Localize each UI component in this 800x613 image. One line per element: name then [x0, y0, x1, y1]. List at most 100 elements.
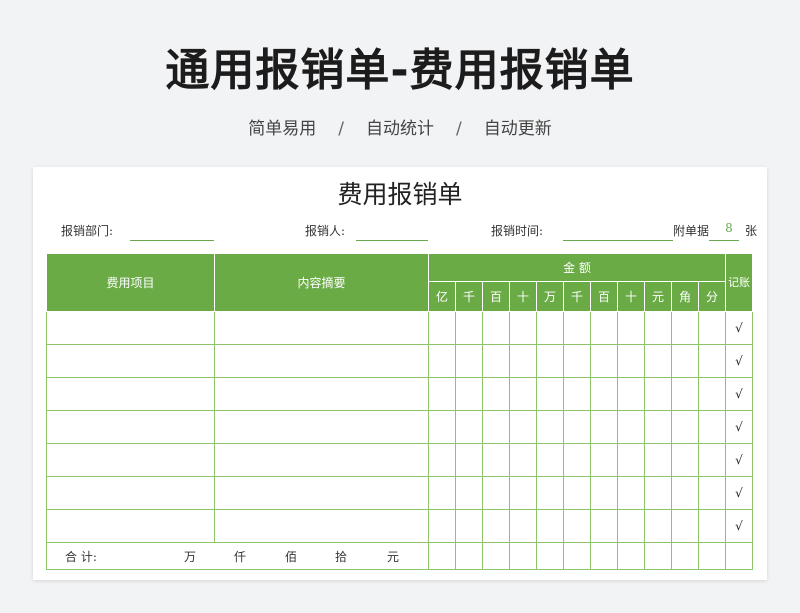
- digit-cell[interactable]: [509, 476, 537, 510]
- record-check-cell[interactable]: √: [725, 443, 753, 477]
- digit-cell[interactable]: [455, 410, 483, 444]
- digit-cell[interactable]: [563, 311, 591, 345]
- digit-cell[interactable]: [536, 443, 564, 477]
- person-field[interactable]: [356, 240, 428, 241]
- digit-cell[interactable]: [617, 410, 645, 444]
- digit-cell[interactable]: [617, 443, 645, 477]
- digit-cell[interactable]: [482, 476, 510, 510]
- digit-cell[interactable]: [644, 311, 672, 345]
- digit-cell[interactable]: [563, 443, 591, 477]
- digit-cell[interactable]: [644, 509, 672, 543]
- digit-cell[interactable]: [509, 443, 537, 477]
- digit-cell[interactable]: [428, 377, 456, 411]
- digit-cell[interactable]: [563, 410, 591, 444]
- summary-cell[interactable]: [214, 443, 429, 477]
- total-digit-cell[interactable]: [671, 542, 699, 570]
- item-cell[interactable]: [46, 410, 215, 444]
- record-check-cell[interactable]: √: [725, 377, 753, 411]
- digit-cell[interactable]: [644, 377, 672, 411]
- summary-cell[interactable]: [214, 476, 429, 510]
- total-digit-cell[interactable]: [617, 542, 645, 570]
- digit-cell[interactable]: [698, 377, 726, 411]
- digit-cell[interactable]: [563, 509, 591, 543]
- digit-cell[interactable]: [428, 410, 456, 444]
- digit-cell[interactable]: [698, 344, 726, 378]
- digit-cell[interactable]: [482, 311, 510, 345]
- item-cell[interactable]: [46, 443, 215, 477]
- digit-cell[interactable]: [590, 311, 618, 345]
- digit-cell[interactable]: [428, 476, 456, 510]
- digit-cell[interactable]: [698, 476, 726, 510]
- digit-cell[interactable]: [590, 476, 618, 510]
- digit-cell[interactable]: [563, 344, 591, 378]
- record-check-cell[interactable]: √: [725, 410, 753, 444]
- digit-cell[interactable]: [455, 509, 483, 543]
- digit-cell[interactable]: [617, 476, 645, 510]
- dept-field[interactable]: [130, 240, 214, 241]
- digit-cell[interactable]: [590, 509, 618, 543]
- digit-cell[interactable]: [455, 443, 483, 477]
- total-digit-cell[interactable]: [509, 542, 537, 570]
- digit-cell[interactable]: [644, 443, 672, 477]
- digit-cell[interactable]: [536, 410, 564, 444]
- time-field[interactable]: [563, 240, 673, 241]
- digit-cell[interactable]: [644, 410, 672, 444]
- summary-cell[interactable]: [214, 311, 429, 345]
- digit-cell[interactable]: [617, 377, 645, 411]
- total-digit-cell[interactable]: [590, 542, 618, 570]
- digit-cell[interactable]: [455, 476, 483, 510]
- digit-cell[interactable]: [671, 410, 699, 444]
- digit-cell[interactable]: [509, 509, 537, 543]
- digit-cell[interactable]: [671, 311, 699, 345]
- digit-cell[interactable]: [536, 344, 564, 378]
- digit-cell[interactable]: [536, 377, 564, 411]
- total-digit-cell[interactable]: [536, 542, 564, 570]
- summary-cell[interactable]: [214, 509, 429, 543]
- digit-cell[interactable]: [698, 443, 726, 477]
- digit-cell[interactable]: [482, 410, 510, 444]
- digit-cell[interactable]: [509, 377, 537, 411]
- digit-cell[interactable]: [428, 443, 456, 477]
- item-cell[interactable]: [46, 509, 215, 543]
- item-cell[interactable]: [46, 476, 215, 510]
- digit-cell[interactable]: [698, 311, 726, 345]
- digit-cell[interactable]: [698, 509, 726, 543]
- digit-cell[interactable]: [482, 509, 510, 543]
- digit-cell[interactable]: [671, 443, 699, 477]
- digit-cell[interactable]: [644, 344, 672, 378]
- total-digit-cell[interactable]: [698, 542, 726, 570]
- digit-cell[interactable]: [590, 410, 618, 444]
- digit-cell[interactable]: [671, 509, 699, 543]
- total-digit-cell[interactable]: [644, 542, 672, 570]
- record-check-cell[interactable]: √: [725, 344, 753, 378]
- digit-cell[interactable]: [590, 443, 618, 477]
- digit-cell[interactable]: [536, 476, 564, 510]
- digit-cell[interactable]: [509, 311, 537, 345]
- digit-cell[interactable]: [455, 377, 483, 411]
- digit-cell[interactable]: [563, 377, 591, 411]
- digit-cell[interactable]: [482, 377, 510, 411]
- digit-cell[interactable]: [455, 344, 483, 378]
- digit-cell[interactable]: [563, 476, 591, 510]
- digit-cell[interactable]: [482, 344, 510, 378]
- digit-cell[interactable]: [617, 509, 645, 543]
- digit-cell[interactable]: [536, 311, 564, 345]
- digit-cell[interactable]: [455, 311, 483, 345]
- digit-cell[interactable]: [536, 509, 564, 543]
- total-digit-cell[interactable]: [428, 542, 456, 570]
- total-record-cell[interactable]: [725, 542, 753, 570]
- summary-cell[interactable]: [214, 377, 429, 411]
- digit-cell[interactable]: [698, 410, 726, 444]
- record-check-cell[interactable]: √: [725, 476, 753, 510]
- digit-cell[interactable]: [617, 311, 645, 345]
- digit-cell[interactable]: [671, 476, 699, 510]
- attach-field[interactable]: [709, 240, 739, 241]
- digit-cell[interactable]: [509, 344, 537, 378]
- digit-cell[interactable]: [671, 377, 699, 411]
- digit-cell[interactable]: [482, 443, 510, 477]
- summary-cell[interactable]: [214, 410, 429, 444]
- digit-cell[interactable]: [428, 311, 456, 345]
- total-digit-cell[interactable]: [482, 542, 510, 570]
- item-cell[interactable]: [46, 311, 215, 345]
- record-check-cell[interactable]: √: [725, 509, 753, 543]
